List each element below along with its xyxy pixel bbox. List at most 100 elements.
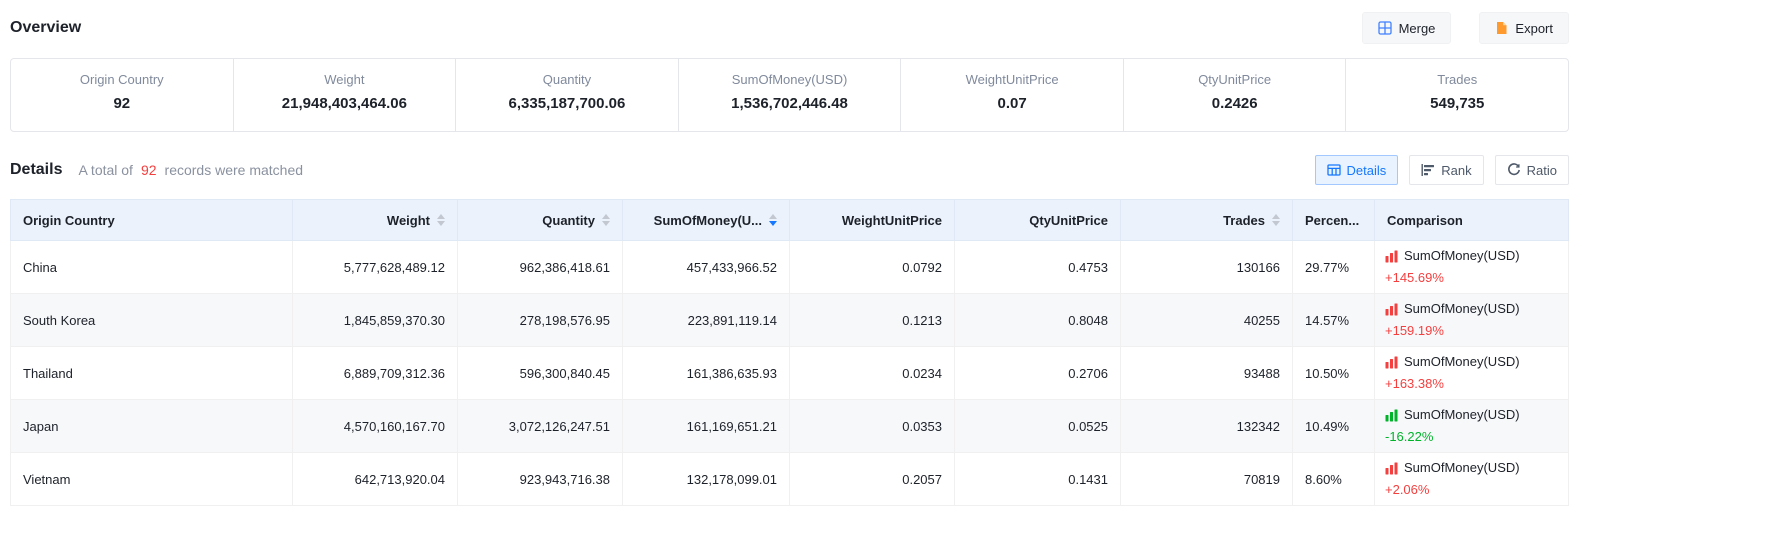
comparison-metric-label: SumOfMoney(USD) xyxy=(1404,299,1520,319)
stat-value: 0.07 xyxy=(901,95,1123,112)
rank-bars-icon xyxy=(1421,163,1435,177)
export-file-icon xyxy=(1495,21,1508,35)
stat-label: Trades xyxy=(1346,72,1568,87)
stat-value: 6,335,187,700.06 xyxy=(456,95,678,112)
col-label: Comparison xyxy=(1387,213,1463,228)
view-switcher: Details Rank xyxy=(1315,155,1569,185)
comparison-metric-label: SumOfMoney(USD) xyxy=(1404,458,1520,478)
stat-weight: Weight 21,948,403,464.06 xyxy=(234,59,457,131)
col-header-trades[interactable]: Trades xyxy=(1121,200,1293,241)
summary-suffix: records were matched xyxy=(165,162,304,178)
details-header-row: Details A total of 92 records were match… xyxy=(10,154,1569,186)
cell-sum-of-money: 161,386,635.93 xyxy=(623,347,790,400)
cell-comparison: SumOfMoney(USD) +163.38% xyxy=(1375,347,1569,400)
cell-qty-unit-price: 0.4753 xyxy=(955,241,1121,294)
comparison-metric-label: SumOfMoney(USD) xyxy=(1404,246,1520,266)
table-row-thailand: Thailand 6,889,709,312.36 596,300,840.45… xyxy=(11,347,1569,400)
sort-icon[interactable] xyxy=(437,214,445,226)
top-actions: Merge Export xyxy=(1362,12,1569,44)
comparison-metric-label: SumOfMoney(USD) xyxy=(1404,352,1520,372)
cell-comparison: SumOfMoney(USD) +159.19% xyxy=(1375,294,1569,347)
trend-bar-chart-icon xyxy=(1385,409,1398,422)
col-label: Percen... xyxy=(1305,213,1359,228)
cell-qty-unit-price: 0.2706 xyxy=(955,347,1121,400)
col-label: Origin Country xyxy=(23,213,115,228)
cell-comparison: SumOfMoney(USD) +145.69% xyxy=(1375,241,1569,294)
summary-prefix: A total of xyxy=(78,162,132,178)
cell-comparison: SumOfMoney(USD) +2.06% xyxy=(1375,453,1569,506)
cell-percentage: 29.77% xyxy=(1293,241,1375,294)
col-label: Quantity xyxy=(542,213,595,228)
export-button[interactable]: Export xyxy=(1479,12,1569,44)
col-header-qty-unit-price: QtyUnitPrice xyxy=(955,200,1121,241)
cell-trades: 70819 xyxy=(1121,453,1293,506)
cell-weight: 5,777,628,489.12 xyxy=(293,241,458,294)
col-label: WeightUnitPrice xyxy=(842,213,942,228)
sort-icon[interactable] xyxy=(1272,214,1280,226)
cell-qty-unit-price: 0.1431 xyxy=(955,453,1121,506)
cell-origin-country: Japan xyxy=(11,400,293,453)
cell-percentage: 8.60% xyxy=(1293,453,1375,506)
stat-label: Weight xyxy=(234,72,456,87)
sort-icon-active-desc[interactable] xyxy=(769,214,777,226)
stat-value: 1,536,702,446.48 xyxy=(679,95,901,112)
stat-label: QtyUnitPrice xyxy=(1124,72,1346,87)
details-title: Details xyxy=(10,161,62,179)
view-button-rank[interactable]: Rank xyxy=(1409,155,1483,185)
cell-weight: 642,713,920.04 xyxy=(293,453,458,506)
matched-records-count: 92 xyxy=(138,162,160,178)
cell-sum-of-money: 161,169,651.21 xyxy=(623,400,790,453)
comparison-percent: +163.38% xyxy=(1385,374,1558,394)
cell-weight: 1,845,859,370.30 xyxy=(293,294,458,347)
cell-weight-unit-price: 0.0353 xyxy=(790,400,955,453)
top-bar: Overview Merge Export xyxy=(10,0,1569,44)
cell-percentage: 10.50% xyxy=(1293,347,1375,400)
trend-bar-chart-icon xyxy=(1385,356,1398,369)
col-header-percentage: Percen... xyxy=(1293,200,1375,241)
cell-trades: 40255 xyxy=(1121,294,1293,347)
sort-icon[interactable] xyxy=(602,214,610,226)
stat-origin-country: Origin Country 92 xyxy=(11,59,234,131)
cell-origin-country: South Korea xyxy=(11,294,293,347)
cell-weight-unit-price: 0.0234 xyxy=(790,347,955,400)
ratio-refresh-icon xyxy=(1507,163,1521,177)
comparison-percent: +145.69% xyxy=(1385,268,1558,288)
trend-bar-chart-icon xyxy=(1385,303,1398,316)
stat-label: SumOfMoney(USD) xyxy=(679,72,901,87)
export-button-label: Export xyxy=(1515,21,1553,36)
trend-bar-chart-icon xyxy=(1385,462,1398,475)
table-row-japan: Japan 4,570,160,167.70 3,072,126,247.51 … xyxy=(11,400,1569,453)
view-button-label: Rank xyxy=(1441,163,1471,178)
stat-quantity: Quantity 6,335,187,700.06 xyxy=(456,59,679,131)
stat-qty-unit-price: QtyUnitPrice 0.2426 xyxy=(1124,59,1347,131)
cell-trades: 132342 xyxy=(1121,400,1293,453)
details-table: Origin Country Weight Quantity SumOfMone… xyxy=(10,199,1569,506)
cell-percentage: 14.57% xyxy=(1293,294,1375,347)
merge-button[interactable]: Merge xyxy=(1362,12,1452,44)
cell-percentage: 10.49% xyxy=(1293,400,1375,453)
stat-value: 0.2426 xyxy=(1124,95,1346,112)
table-row-south-korea: South Korea 1,845,859,370.30 278,198,576… xyxy=(11,294,1569,347)
col-label: Weight xyxy=(387,213,430,228)
stat-value: 21,948,403,464.06 xyxy=(234,95,456,112)
merge-button-label: Merge xyxy=(1399,21,1436,36)
col-label: SumOfMoney(U... xyxy=(654,213,762,228)
comparison-metric-label: SumOfMoney(USD) xyxy=(1404,405,1520,425)
col-header-comparison: Comparison xyxy=(1375,200,1569,241)
view-button-ratio[interactable]: Ratio xyxy=(1495,155,1569,185)
cell-quantity: 962,386,418.61 xyxy=(458,241,623,294)
cell-sum-of-money: 132,178,099.01 xyxy=(623,453,790,506)
cell-quantity: 3,072,126,247.51 xyxy=(458,400,623,453)
overview-stats-bar: Origin Country 92 Weight 21,948,403,464.… xyxy=(10,58,1569,132)
cell-trades: 93488 xyxy=(1121,347,1293,400)
col-header-sum-of-money[interactable]: SumOfMoney(U... xyxy=(623,200,790,241)
table-grid-icon xyxy=(1327,163,1341,177)
view-button-details[interactable]: Details xyxy=(1315,155,1399,185)
table-row-china: China 5,777,628,489.12 962,386,418.61 45… xyxy=(11,241,1569,294)
view-button-label: Ratio xyxy=(1527,163,1557,178)
col-header-weight[interactable]: Weight xyxy=(293,200,458,241)
comparison-percent: -16.22% xyxy=(1385,427,1558,447)
table-row-vietnam: Vietnam 642,713,920.04 923,943,716.38 13… xyxy=(11,453,1569,506)
cell-comparison: SumOfMoney(USD) -16.22% xyxy=(1375,400,1569,453)
col-header-quantity[interactable]: Quantity xyxy=(458,200,623,241)
